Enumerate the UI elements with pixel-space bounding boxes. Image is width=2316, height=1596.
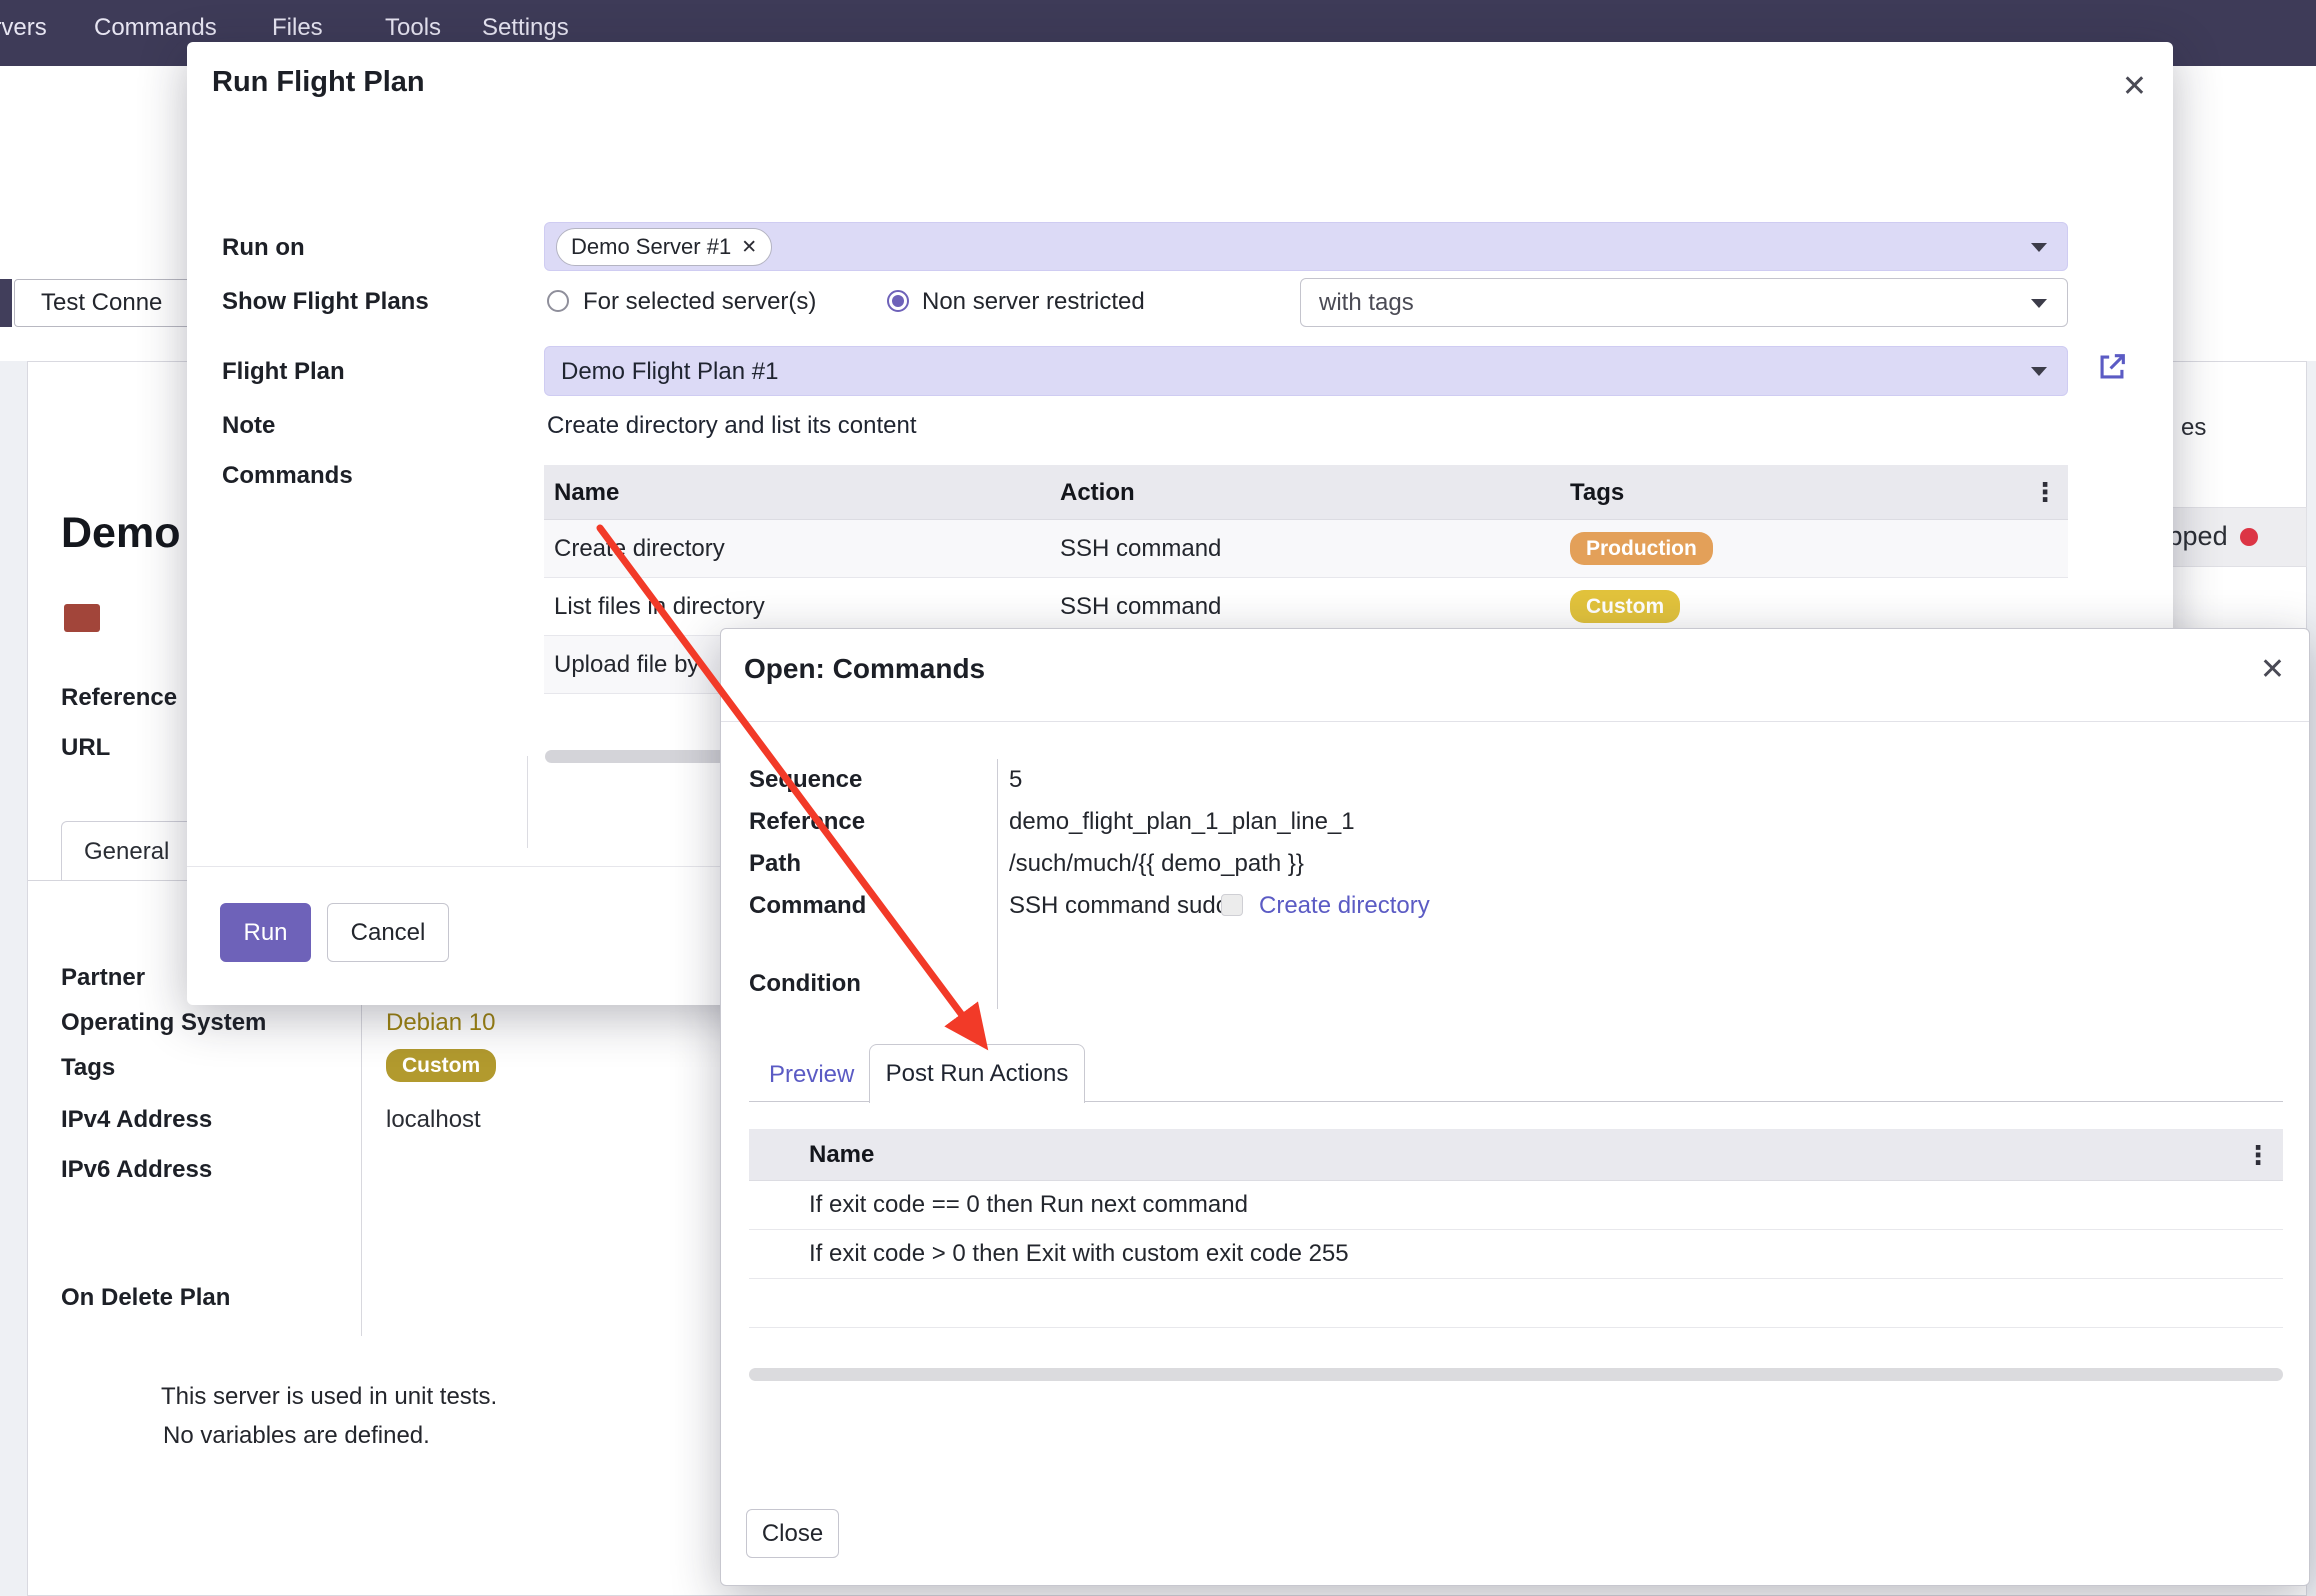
checkbox[interactable] [1221,894,1243,916]
unit-test-note-line2: No variables are defined. [163,1422,430,1450]
path-label: Path [749,850,801,878]
run-button[interactable]: Run [220,903,311,962]
commands-label: Commands [222,462,353,490]
field-label-url: URL [61,734,110,762]
flight-plan-value: Demo Flight Plan #1 [561,358,778,386]
top-right-text-fragment: es [2181,414,2206,442]
chip-remove-icon[interactable]: ✕ [741,236,757,259]
with-tags-placeholder: with tags [1319,289,1414,317]
reference-label: Reference [749,808,865,836]
color-swatch [64,604,100,632]
row-name: If exit code == 0 then Run next command [807,1191,2283,1219]
tag-badge-custom: Custom [1570,590,1680,623]
path-value: /such/much/{{ demo_path }} [1009,850,1304,878]
flight-plan-select[interactable]: Demo Flight Plan #1 [544,346,2068,396]
column-header-tags[interactable]: Tags [1570,465,2068,519]
field-label-tags: Tags [61,1054,115,1082]
radio-for-selected-servers-label: For selected server(s) [583,288,816,316]
radio-for-selected-servers[interactable] [547,290,569,312]
column-header-action[interactable]: Action [1060,465,1570,519]
note-label: Note [222,412,275,440]
field-label-reference: Reference [61,684,177,712]
server-chip-label: Demo Server #1 [571,234,731,260]
close-button[interactable]: Close [746,1509,839,1558]
column-options-icon[interactable]: ⋮ [2032,479,2058,505]
condition-label: Condition [749,970,861,998]
column-header-name[interactable]: Name [544,465,1060,519]
close-icon[interactable]: ✕ [2122,72,2147,102]
flight-plan-label: Flight Plan [222,358,345,386]
horizontal-scrollbar[interactable] [749,1368,2283,1381]
close-icon[interactable]: ✕ [2260,655,2285,685]
server-chip[interactable]: Demo Server #1 ✕ [556,228,772,266]
chevron-down-icon [2031,367,2047,376]
chevron-down-icon [2031,299,2047,308]
sequence-label: Sequence [749,766,862,794]
field-label-ipv4: IPv4 Address [61,1106,212,1134]
tab-post-run-actions-label: Post Run Actions [886,1060,1069,1088]
table-row[interactable]: If exit code > 0 then Exit with custom e… [749,1230,2283,1279]
edge-button-fragment[interactable] [0,279,12,327]
divider-line [527,756,528,848]
header-divider [721,721,2309,722]
dialog-title: Run Flight Plan [212,66,425,99]
field-label-on-delete-plan: On Delete Plan [61,1284,230,1312]
field-label-ipv6: IPv6 Address [61,1156,212,1184]
note-value: Create directory and list its content [547,412,917,440]
row-name: Create directory [544,535,1060,563]
operating-system-link[interactable]: Debian 10 [386,1009,495,1037]
ipv4-value: localhost [386,1106,481,1134]
command-value: SSH command sudo [1009,892,1229,920]
unit-test-note-line1: This server is used in unit tests. [161,1383,497,1411]
row-action: SSH command [1060,593,1570,621]
tag-badge-custom: Custom [386,1049,496,1082]
open-commands-dialog: Open: Commands ✕ Sequence 5 Reference de… [720,628,2310,1586]
tab-preview[interactable]: Preview [769,1061,854,1089]
run-on-label: Run on [222,234,305,262]
dialog-title: Open: Commands [744,653,985,685]
create-directory-link[interactable]: Create directory [1259,892,1430,920]
table-row-empty[interactable] [749,1279,2283,1328]
show-flight-plans-label: Show Flight Plans [222,288,429,316]
column-header-name[interactable]: Name [807,1129,2283,1180]
table-row[interactable]: If exit code == 0 then Run next command [749,1181,2283,1230]
radio-non-server-restricted[interactable] [887,290,909,312]
tag-badge-production: Production [1570,532,1713,565]
page-title: Demo [61,509,180,558]
field-label-operating-system: Operating System [61,1009,266,1037]
cancel-button[interactable]: Cancel [327,903,449,962]
sequence-value: 5 [1009,766,1022,794]
with-tags-select[interactable]: with tags [1300,278,2068,327]
run-on-multiselect[interactable] [544,222,2068,271]
row-handle-column [749,1129,807,1180]
chevron-down-icon [2031,243,2047,252]
fields-divider [361,964,362,1336]
column-options-icon[interactable]: ⋮ [2245,1142,2271,1168]
fields-divider [997,759,998,1009]
tab-general-label: General [84,838,169,866]
post-run-actions-table: Name ⋮ If exit code == 0 then Run next c… [749,1129,2283,1328]
row-name: If exit code > 0 then Exit with custom e… [807,1240,2283,1268]
reference-value: demo_flight_plan_1_plan_line_1 [1009,808,1355,836]
row-action: SSH command [1060,535,1570,563]
tab-post-run-actions[interactable]: Post Run Actions [869,1044,1085,1103]
radio-non-server-restricted-label: Non server restricted [922,288,1145,316]
command-label: Command [749,892,866,920]
table-row[interactable]: Create directory SSH command Production [544,520,2068,578]
field-label-partner: Partner [61,964,145,992]
row-name: List files in directory [544,593,1060,621]
menu-item-servers[interactable]: Servers [0,0,47,56]
external-link-icon[interactable] [2095,350,2129,384]
status-dot-icon [2240,528,2258,546]
